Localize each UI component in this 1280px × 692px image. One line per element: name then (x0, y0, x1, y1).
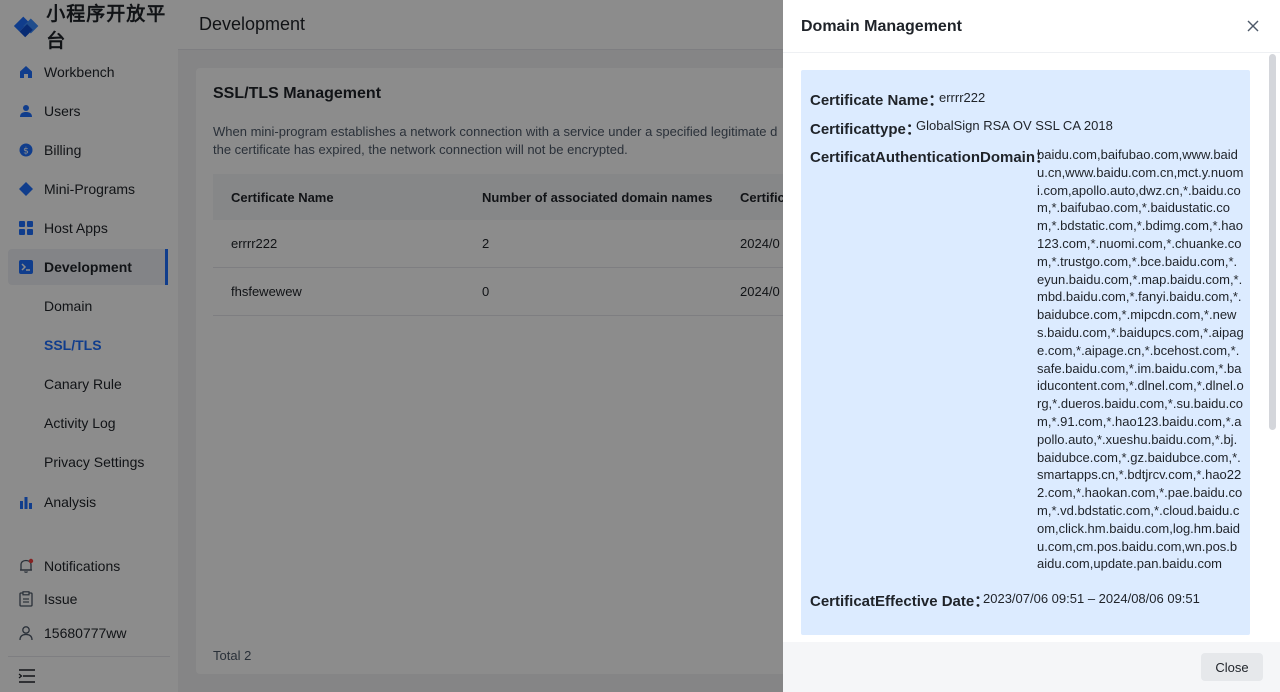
cert-domain-value: baidu.com,baifubao.com,www.baidu.cn,www.… (1037, 147, 1244, 572)
drawer-title: Domain Management (801, 18, 962, 35)
cert-type-label: Certificattype： (810, 121, 921, 138)
drawer-footer: Close (783, 642, 1280, 692)
drawer-scrollbar[interactable] (1269, 54, 1276, 430)
cert-type-value: GlobalSign RSA OV SSL CA 2018 (916, 118, 1113, 133)
cert-name-value: errrr222 (939, 90, 986, 105)
drawer-divider (783, 52, 1280, 53)
close-button[interactable]: Close (1201, 653, 1263, 681)
domain-management-drawer: Domain Management Certificate Name： errr… (783, 0, 1280, 692)
cert-date-value: 2023/07/06 09:51 – 2024/08/06 09:51 (983, 591, 1200, 606)
certificate-info-box: Certificate Name： errrr222 Certificattyp… (801, 70, 1250, 635)
cert-date-label: CertificatEffective Date： (810, 593, 990, 610)
cert-name-label: Certificate Name： (810, 92, 944, 109)
close-icon[interactable] (1245, 18, 1261, 34)
cert-domain-label: CertificatAuthenticationDomain： (810, 149, 1051, 166)
